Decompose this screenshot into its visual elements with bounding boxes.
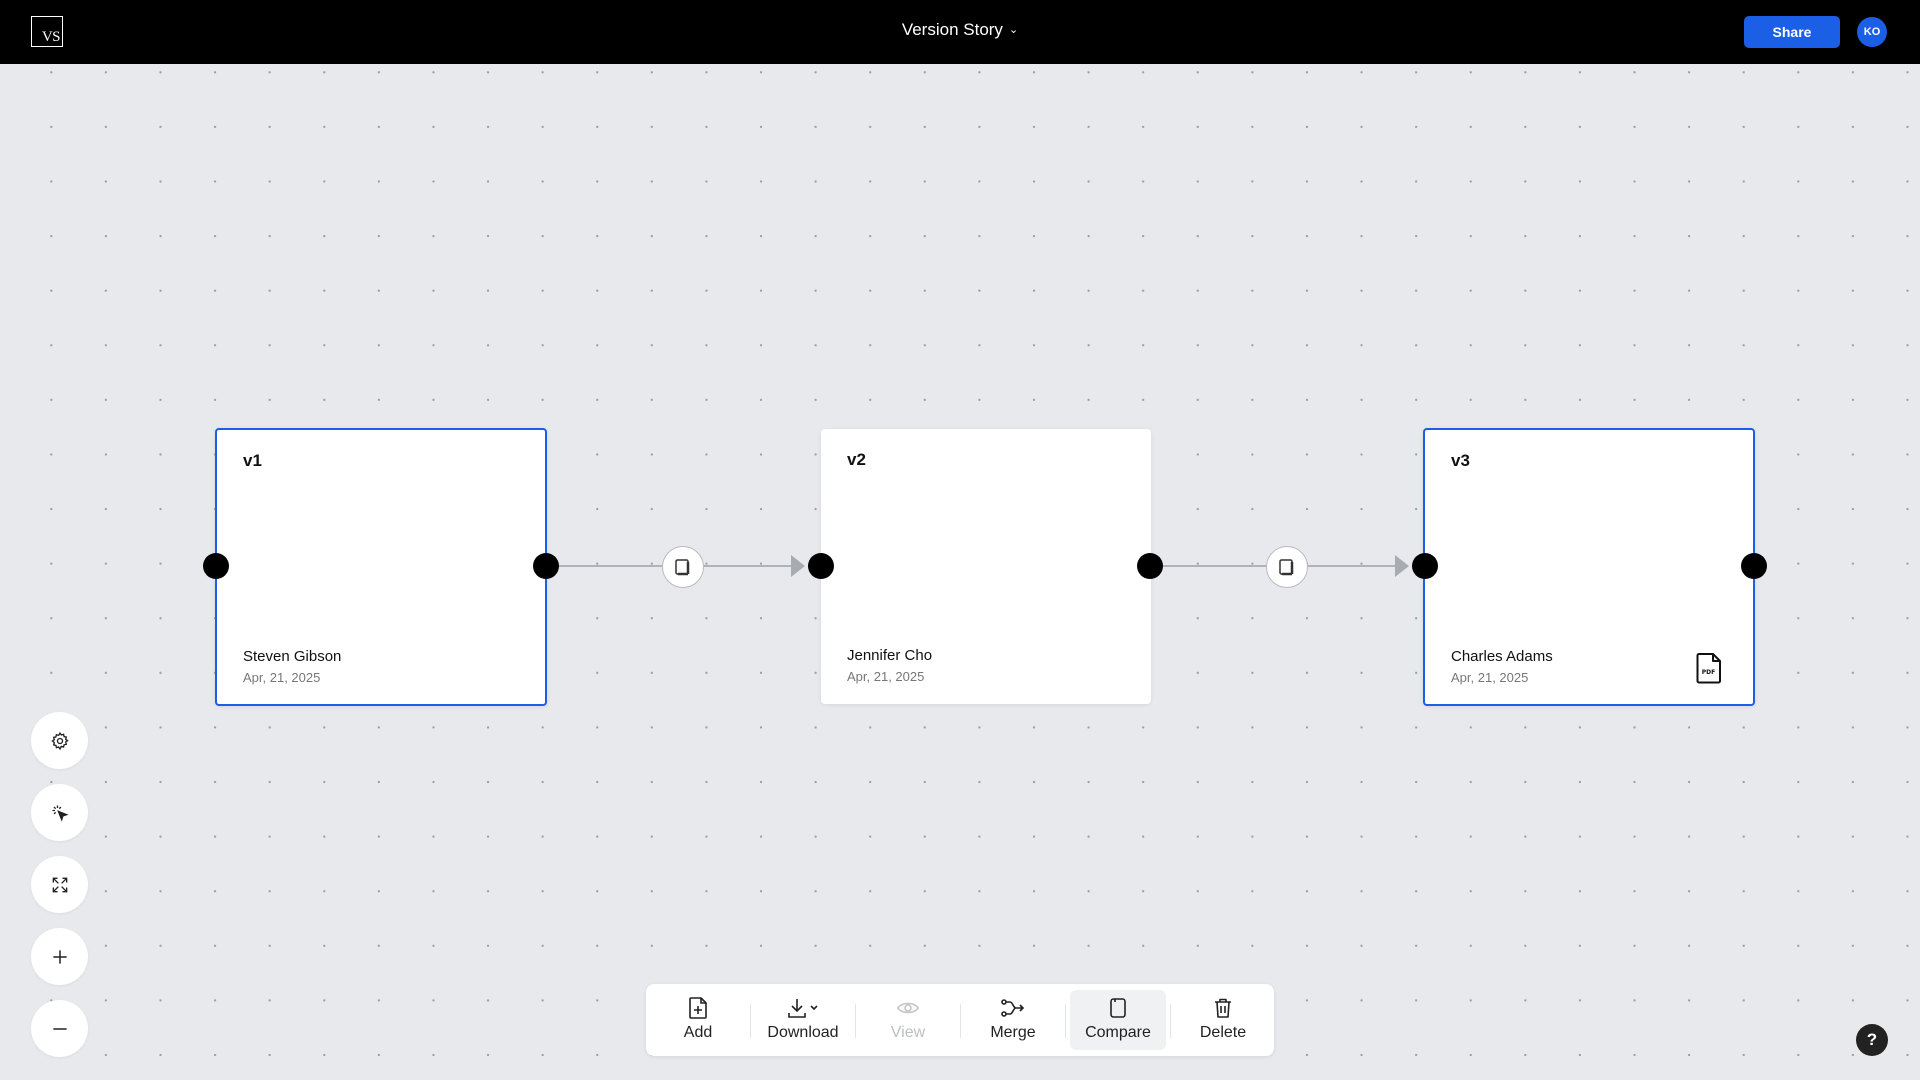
plus-icon — [52, 949, 67, 964]
arrow-icon — [1395, 555, 1409, 577]
user-avatar[interactable]: KO — [1857, 17, 1887, 47]
version-author: Charles Adams — [1451, 648, 1553, 665]
view-button[interactable]: View — [860, 990, 956, 1050]
download-icon — [788, 999, 818, 1018]
help-button[interactable]: ? — [1856, 1024, 1888, 1056]
download-button[interactable]: Download — [755, 990, 851, 1050]
delete-label: Delete — [1199, 1024, 1247, 1041]
connection-handle[interactable] — [808, 553, 834, 579]
view-label: View — [890, 1024, 926, 1041]
version-label: v1 — [243, 451, 262, 470]
arrow-icon — [791, 555, 805, 577]
add-label: Add — [683, 1024, 713, 1041]
delete-button[interactable]: Delete — [1175, 990, 1271, 1050]
toolbar-divider — [750, 1004, 751, 1038]
svg-text:PDF: PDF — [1702, 669, 1715, 676]
select-tool-button[interactable] — [31, 784, 88, 841]
compare-versions-button[interactable] — [662, 546, 704, 588]
connection-handle[interactable] — [533, 553, 559, 579]
minus-icon — [52, 1027, 67, 1030]
pdf-file-icon[interactable]: PDF — [1695, 652, 1723, 684]
compare-button[interactable]: Compare — [1070, 990, 1166, 1050]
merge-label: Merge — [990, 1024, 1036, 1041]
add-button[interactable]: Add — [650, 990, 746, 1050]
connection-handle[interactable] — [1137, 553, 1163, 579]
download-label: Download — [767, 1024, 839, 1041]
version-card[interactable]: v2 Jennifer Cho Apr, 21, 2025 — [821, 429, 1151, 704]
toolbar-divider — [1170, 1004, 1171, 1038]
compare-icon — [1110, 998, 1126, 1018]
add-file-icon — [689, 997, 707, 1019]
top-bar: VS Version Story ⌄ Share KO — [0, 0, 1920, 64]
bottom-toolbar: Add Download View Merge Compare Delete — [646, 984, 1274, 1056]
version-label: v2 — [847, 450, 866, 469]
document-title: Version Story — [901, 20, 1003, 39]
trash-icon — [1215, 998, 1231, 1018]
zoom-in-button[interactable] — [31, 928, 88, 985]
eye-icon — [897, 1002, 919, 1014]
share-button[interactable]: Share — [1744, 16, 1840, 48]
expand-icon — [52, 877, 67, 892]
version-label: v3 — [1451, 451, 1470, 470]
compare-versions-button[interactable] — [1266, 546, 1308, 588]
toolbar-divider — [960, 1004, 961, 1038]
compare-label: Compare — [1085, 1024, 1151, 1041]
connection-handle[interactable] — [1741, 553, 1767, 579]
merge-button[interactable]: Merge — [965, 990, 1061, 1050]
connection-handle[interactable] — [203, 553, 229, 579]
version-date: Apr, 21, 2025 — [243, 670, 321, 685]
settings-button[interactable] — [31, 712, 88, 769]
compare-icon — [675, 559, 690, 576]
connection-handle[interactable] — [1412, 553, 1438, 579]
chevron-down-icon: ⌄ — [1008, 24, 1019, 36]
merge-icon — [1001, 999, 1025, 1017]
version-card[interactable]: v3 Charles Adams Apr, 21, 2025 PDF — [1423, 428, 1755, 706]
version-author: Jennifer Cho — [847, 647, 933, 664]
document-title-menu[interactable]: Version Story ⌄ — [0, 20, 1920, 40]
version-date: Apr, 21, 2025 — [847, 669, 925, 684]
gear-icon — [50, 731, 69, 750]
zoom-out-button[interactable] — [31, 1000, 88, 1057]
fit-to-screen-button[interactable] — [31, 856, 88, 913]
version-author: Steven Gibson — [243, 648, 342, 665]
version-date: Apr, 21, 2025 — [1451, 670, 1529, 685]
version-card[interactable]: v1 Steven Gibson Apr, 21, 2025 — [215, 428, 547, 706]
cursor-click-icon — [52, 805, 69, 822]
compare-icon — [1279, 559, 1294, 576]
toolbar-divider — [1065, 1004, 1066, 1038]
toolbar-divider — [855, 1004, 856, 1038]
